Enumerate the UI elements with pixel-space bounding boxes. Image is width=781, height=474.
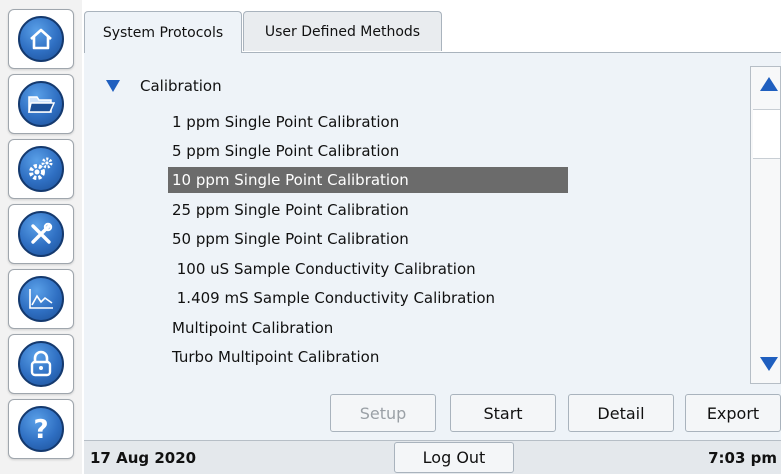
settings-button[interactable] xyxy=(8,139,74,199)
lock-icon xyxy=(18,341,64,387)
list-item[interactable]: 100 uS Sample Conductivity Calibration xyxy=(168,256,476,282)
logout-button[interactable]: Log Out xyxy=(394,442,514,473)
tab-system-protocols[interactable]: System Protocols xyxy=(84,11,242,53)
protocol-list-panel: Calibration 1 ppm Single Point Calibrati… xyxy=(84,52,781,388)
left-nav: ? xyxy=(0,0,82,474)
list-item[interactable]: Turbo Multipoint Calibration xyxy=(168,344,379,370)
status-date: 17 Aug 2020 xyxy=(90,449,197,467)
scroll-down-arrow-icon[interactable] xyxy=(760,357,778,371)
list-item-selected[interactable]: 10 ppm Single Point Calibration xyxy=(168,167,568,193)
tab-user-defined-methods[interactable]: User Defined Methods xyxy=(243,11,442,51)
group-label: Calibration xyxy=(140,77,222,95)
home-button[interactable] xyxy=(8,9,74,69)
status-bar: 17 Aug 2020 Log Out 7:03 pm xyxy=(84,440,781,474)
gears-icon xyxy=(18,146,64,192)
scroll-up-arrow-icon[interactable] xyxy=(760,77,778,91)
list-item[interactable]: 1 ppm Single Point Calibration xyxy=(168,109,399,135)
tab-label: System Protocols xyxy=(102,24,224,41)
help-button[interactable]: ? xyxy=(8,399,74,459)
tools-button[interactable] xyxy=(8,204,74,264)
list-item[interactable]: 5 ppm Single Point Calibration xyxy=(168,138,399,164)
security-button[interactable] xyxy=(8,334,74,394)
detail-button[interactable]: Detail xyxy=(568,394,674,432)
scroll-thumb[interactable] xyxy=(753,109,780,159)
list-item[interactable]: 25 ppm Single Point Calibration xyxy=(168,197,409,223)
setup-button[interactable]: Setup xyxy=(330,394,436,432)
tools-icon xyxy=(18,211,64,257)
folder-icon xyxy=(18,81,64,127)
action-bar: Setup Start Detail Export xyxy=(84,388,781,440)
home-icon xyxy=(18,16,64,62)
expand-triangle-icon[interactable] xyxy=(106,80,120,92)
svg-text:?: ? xyxy=(33,415,48,444)
list-item[interactable]: Multipoint Calibration xyxy=(168,315,333,341)
export-button[interactable]: Export xyxy=(685,394,781,432)
vertical-scrollbar[interactable] xyxy=(750,66,781,384)
help-icon: ? xyxy=(18,406,64,452)
tree-group-calibration[interactable]: Calibration xyxy=(106,75,222,97)
tab-label: User Defined Methods xyxy=(264,23,421,40)
list-item[interactable]: 1.409 mS Sample Conductivity Calibration xyxy=(168,285,495,311)
start-button[interactable]: Start xyxy=(450,394,556,432)
data-button[interactable] xyxy=(8,269,74,329)
status-time: 7:03 pm xyxy=(708,449,777,467)
list-item[interactable]: 50 ppm Single Point Calibration xyxy=(168,226,409,252)
chart-icon xyxy=(18,276,64,322)
methods-button[interactable] xyxy=(8,74,74,134)
